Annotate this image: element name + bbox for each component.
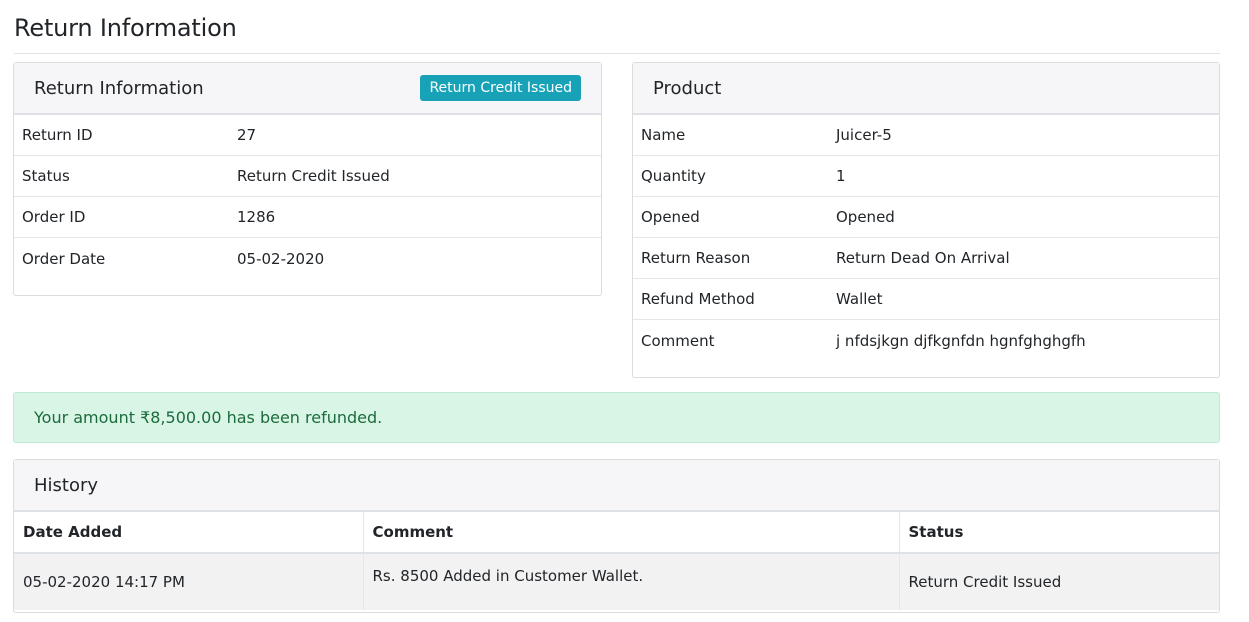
return-info-list: Return ID 27 Status Return Credit Issued… <box>14 115 601 279</box>
opened-row: Opened Opened <box>633 197 1219 238</box>
product-name-value: Juicer-5 <box>836 126 892 144</box>
product-name-row: Name Juicer-5 <box>633 115 1219 156</box>
status-row: Status Return Credit Issued <box>14 156 601 197</box>
opened-label: Opened <box>641 208 700 226</box>
return-id-value: 27 <box>237 126 257 144</box>
refund-method-label: Refund Method <box>641 290 755 308</box>
comment-value: j nfdsjkgn djfkgnfdn hgnfghghgfh <box>836 331 1086 350</box>
order-id-row: Order ID 1286 <box>14 197 601 238</box>
quantity-label: Quantity <box>641 167 706 185</box>
history-date-cell: 05-02-2020 14:17 PM <box>14 553 364 610</box>
order-id-value: 1286 <box>237 208 276 226</box>
return-info-header: Return Information Return Credit Issued <box>14 63 601 115</box>
quantity-value: 1 <box>836 167 846 185</box>
history-comment-cell: Rs. 8500 Added in Customer Wallet. <box>363 553 900 610</box>
history-header-row: Date Added Comment Status <box>14 512 1219 554</box>
return-reason-label: Return Reason <box>641 249 751 267</box>
status-value: Return Credit Issued <box>237 167 390 185</box>
quantity-row: Quantity 1 <box>633 156 1219 197</box>
product-name-label: Name <box>641 126 686 144</box>
status-label: Status <box>22 167 70 185</box>
column-date-added: Date Added <box>14 512 364 554</box>
opened-value: Opened <box>836 208 895 226</box>
order-date-label: Order Date <box>22 249 106 268</box>
order-date-row: Order Date 05-02-2020 <box>14 238 601 279</box>
history-table: Date Added Comment Status 05-02-2020 14:… <box>14 512 1219 610</box>
page: Return Information Return Information Re… <box>0 0 1249 622</box>
product-list: Name Juicer-5 Quantity 1 Opened Opened R… <box>633 115 1219 361</box>
comment-row: Comment j nfdsjkgn djfkgnfdn hgnfghghgfh <box>633 320 1219 361</box>
return-reason-row: Return Reason Return Dead On Arrival <box>633 238 1219 279</box>
return-id-label: Return ID <box>22 126 93 144</box>
history-status-cell: Return Credit Issued <box>899 553 1219 610</box>
table-row: 05-02-2020 14:17 PM Rs. 8500 Added in Cu… <box>14 553 1219 610</box>
page-title: Return Information <box>14 14 237 42</box>
refund-alert-text: Your amount ₹8,500.00 has been refunded. <box>34 408 383 427</box>
product-title: Product <box>653 77 722 99</box>
return-reason-value: Return Dead On Arrival <box>836 249 1010 267</box>
return-info-title: Return Information <box>34 77 204 99</box>
return-info-card: Return Information Return Credit Issued … <box>13 62 602 296</box>
column-comment: Comment <box>363 512 900 554</box>
return-status-button[interactable]: Return Credit Issued <box>420 75 581 101</box>
return-id-row: Return ID 27 <box>14 115 601 156</box>
order-date-value: 05-02-2020 <box>237 249 325 268</box>
refund-alert: Your amount ₹8,500.00 has been refunded. <box>13 392 1220 443</box>
comment-label: Comment <box>641 331 715 350</box>
history-card: History Date Added Comment Status 05-02-… <box>13 459 1220 613</box>
product-card: Product Name Juicer-5 Quantity 1 Opened … <box>632 62 1220 378</box>
column-status: Status <box>899 512 1219 554</box>
history-title: History <box>34 474 99 496</box>
product-header: Product <box>633 63 1219 115</box>
refund-method-value: Wallet <box>836 290 883 308</box>
title-divider <box>14 53 1220 54</box>
refund-method-row: Refund Method Wallet <box>633 279 1219 320</box>
order-id-label: Order ID <box>22 208 86 226</box>
history-header: History <box>14 460 1219 512</box>
